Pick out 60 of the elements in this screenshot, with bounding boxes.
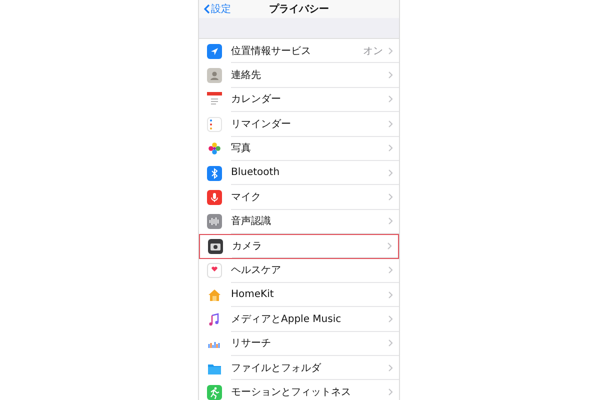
chevron-icon xyxy=(388,217,393,226)
chevron-icon xyxy=(388,71,393,80)
settings-row[interactable]: Bluetooth xyxy=(199,160,399,186)
microphone-icon xyxy=(207,190,222,206)
chevron-icon xyxy=(388,339,393,348)
settings-row[interactable]: ファイルとフォルダ xyxy=(199,356,399,380)
chevron-icon xyxy=(388,388,393,396)
settings-row[interactable]: HomeKit xyxy=(199,282,399,308)
photos-icon xyxy=(207,141,222,156)
settings-row[interactable]: メディアとApple Music xyxy=(199,307,399,332)
highlighted-settings-row[interactable]: カメラ xyxy=(199,234,399,259)
calendar-icon xyxy=(207,92,222,108)
chevron-icon xyxy=(388,266,393,274)
screen-title: プライバシー xyxy=(269,2,329,16)
contacts-icon xyxy=(207,68,222,84)
back-chevron-icon xyxy=(204,4,210,14)
settings-row[interactable]: 位置情報サービス オン xyxy=(199,39,399,64)
row-label: 音声認識 xyxy=(231,214,272,228)
chevron-icon xyxy=(388,144,393,152)
row-label: ヘルスケア xyxy=(231,264,282,278)
settings-row[interactable]: リマインダー xyxy=(199,112,399,137)
row-label: カメラ xyxy=(232,240,263,253)
settings-row[interactable]: マイク xyxy=(199,185,399,210)
chevron-icon xyxy=(387,242,392,250)
settings-row[interactable]: リサーチ xyxy=(199,332,399,356)
row-label: カレンダー xyxy=(231,93,282,106)
chevron-icon xyxy=(388,46,393,55)
home-icon xyxy=(207,288,222,303)
row-label: 連絡先 xyxy=(231,68,262,82)
row-label: メディアとApple Music xyxy=(231,312,342,326)
row-value: オン xyxy=(363,44,383,58)
row-label: ファイルとフォルダ xyxy=(231,362,322,375)
camera-icon xyxy=(208,238,223,254)
row-label: HomeKit xyxy=(231,289,275,300)
settings-row[interactable]: カレンダー xyxy=(199,88,399,112)
row-label: リマインダー xyxy=(231,118,292,131)
bluetooth-icon xyxy=(207,166,222,181)
waveform-icon xyxy=(207,214,222,230)
settings-row[interactable]: 音声認識 xyxy=(199,210,399,234)
settings-row[interactable]: 写真 xyxy=(199,136,399,161)
row-label: モーションとフィットネス xyxy=(231,386,352,400)
settings-row[interactable]: モーションとフィットネス xyxy=(199,380,399,400)
chevron-icon xyxy=(388,95,393,104)
settings-row[interactable]: 連絡先 xyxy=(199,63,399,88)
settings-row[interactable]: ヘルスケア xyxy=(199,258,399,283)
row-label: 写真 xyxy=(231,142,252,156)
location-icon xyxy=(207,44,222,59)
runner-icon xyxy=(207,385,222,400)
row-label: 位置情報サービス xyxy=(231,44,312,58)
reminders-icon xyxy=(207,116,222,132)
chevron-icon xyxy=(388,364,393,372)
row-label: リサーチ xyxy=(231,337,272,350)
chevron-icon xyxy=(388,290,393,299)
chevron-icon xyxy=(388,193,393,202)
row-label: Bluetooth xyxy=(231,167,281,178)
chevron-icon xyxy=(388,120,393,128)
row-label: マイク xyxy=(231,191,262,204)
back-link[interactable]: 設定 xyxy=(204,2,231,16)
chevron-icon xyxy=(388,168,393,177)
chevron-icon xyxy=(388,314,393,323)
